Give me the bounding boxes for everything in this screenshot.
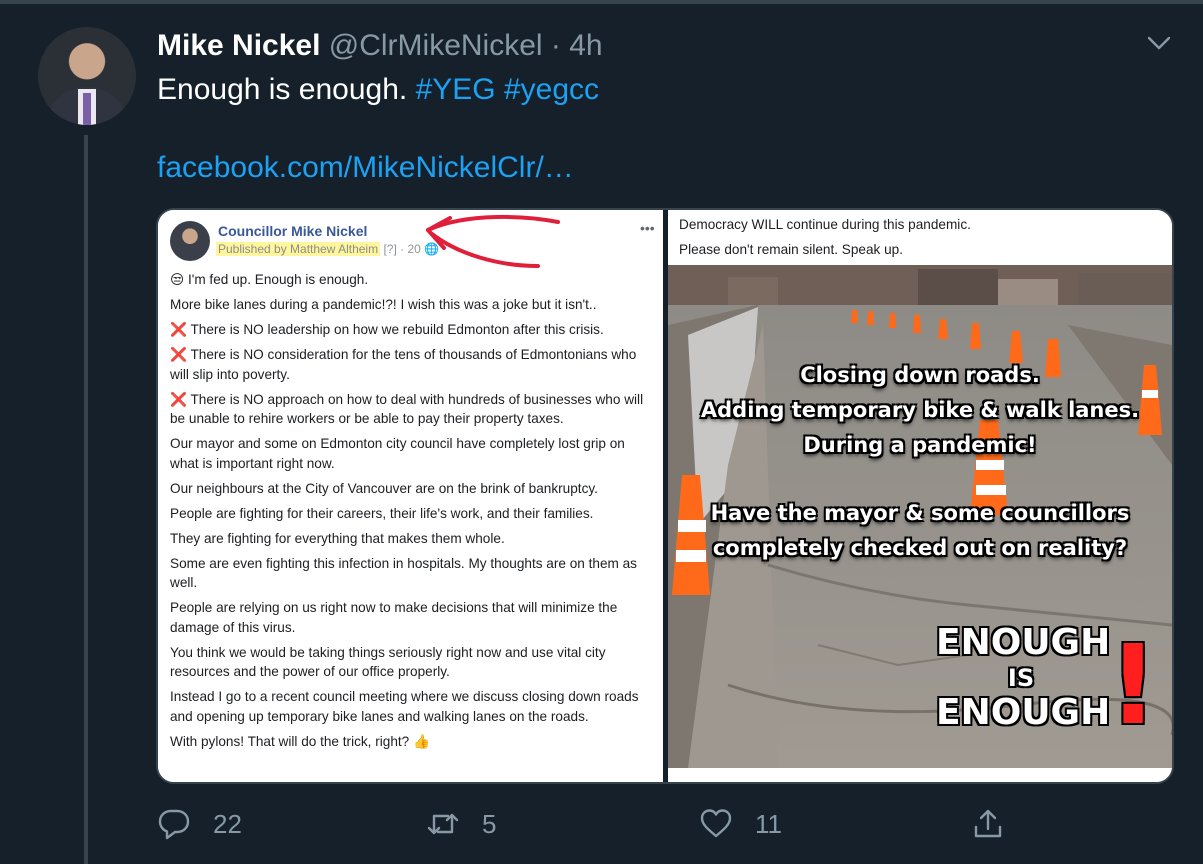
fb-page-avatar: [170, 221, 210, 261]
enough-is-enough-text: ENOUGH IS ENOUGH: [936, 622, 1111, 734]
retweet-action[interactable]: 5: [426, 804, 496, 844]
tweet-text: Enough is enough. #YEG #yegcc: [157, 72, 599, 108]
overlay-line: During a pandemic!: [803, 433, 1037, 457]
hashtag-yegcc[interactable]: #yegcc: [504, 73, 599, 106]
overlay-text-2: Have the mayor & some councillors comple…: [668, 496, 1172, 566]
road-image-panel: Democracy WILL continue during this pand…: [668, 210, 1172, 782]
fb-page-name: Councillor Mike Nickel: [218, 223, 368, 239]
fb-paragraph: People are fighting for their careers, t…: [170, 505, 594, 521]
tweet-link[interactable]: facebook.com/MikeNickelClr/…: [157, 150, 574, 186]
x-mark-icon: ❌: [170, 347, 187, 362]
tweet-actions: 22 5 11: [0, 804, 1203, 844]
fb-paragraph: Our mayor and some on Edmonton city coun…: [170, 436, 625, 471]
reply-count: 22: [213, 808, 242, 839]
fb-paragraph: They are fighting for everything that ma…: [170, 530, 505, 546]
fb-paragraph: You think we would be taking things seri…: [170, 644, 606, 680]
enough-top: ENOUGH: [936, 622, 1111, 663]
fb-paragraph: Our neighbours at the City of Vancouver …: [170, 480, 598, 496]
tweet-media[interactable]: Councillor Mike Nickel Published by Matt…: [156, 208, 1174, 784]
author-avatar[interactable]: [38, 27, 136, 125]
red-exclamation: !: [1108, 621, 1159, 749]
like-count: 11: [755, 808, 782, 839]
like-action[interactable]: 11: [699, 804, 782, 844]
x-mark-icon: ❌: [170, 391, 187, 407]
facebook-post-screenshot: Councillor Mike Nickel Published by Matt…: [158, 210, 663, 782]
hashtag-yeg[interactable]: #YEG: [416, 73, 496, 106]
fb-paragraph: ❌ There is NO consideration for the tens…: [170, 347, 637, 382]
overlay-text-1: Closing down roads. Adding temporary bik…: [668, 358, 1172, 463]
overlay-line: completely checked out on reality?: [712, 536, 1128, 560]
caption-line-1: Democracy WILL continue during this pand…: [679, 217, 971, 232]
fb-paragraph: People are relying on us right now to ma…: [170, 600, 618, 635]
separator-dot: ·: [550, 29, 561, 62]
thread-line: [84, 135, 88, 864]
fb-paragraph: With pylons! That will do the trick, rig…: [170, 733, 430, 749]
fb-published-by: Published by Matthew Altheim [?] · 20 🌐: [216, 242, 439, 256]
retweet-count: 5: [482, 808, 497, 839]
overlay-line: Have the mayor & some councillors: [710, 501, 1130, 525]
top-border: [0, 0, 1203, 4]
tweet-time[interactable]: 4h: [569, 29, 602, 62]
share-action[interactable]: [971, 804, 1005, 844]
heart-icon[interactable]: [699, 807, 733, 841]
more-options-icon: •••: [640, 220, 655, 236]
enough-bottom: ENOUGH: [936, 692, 1111, 733]
fb-paragraph: More bike lanes during a pandemic!?! I w…: [170, 297, 597, 312]
image-caption: Democracy WILL continue during this pand…: [679, 212, 971, 262]
image-bottom-strip: [668, 768, 1172, 782]
retweet-icon[interactable]: [426, 807, 460, 841]
fb-paragraph: 😒 I'm fed up. Enough is enough.: [170, 272, 369, 287]
fb-paragraph: Some are even fighting this infection in…: [170, 555, 637, 591]
fb-paragraph: ❌ There is NO leadership on how we rebui…: [170, 322, 604, 337]
share-icon[interactable]: [971, 807, 1005, 841]
author-name[interactable]: Mike Nickel: [157, 29, 320, 62]
overlay-line: Adding temporary bike & walk lanes.: [700, 398, 1140, 422]
reply-action[interactable]: 22: [157, 804, 242, 844]
reply-icon[interactable]: [157, 807, 191, 841]
tweet-header: Mike Nickel @ClrMikeNickel · 4h: [157, 28, 603, 64]
caption-line-2: Please don't remain silent. Speak up.: [679, 242, 904, 257]
fb-paragraph: ❌ There is NO approach on how to deal wi…: [170, 391, 644, 427]
tweet-text-body: Enough is enough.: [157, 73, 408, 106]
enough-mid: IS: [1007, 664, 1035, 692]
red-arrow-annotation: [426, 214, 560, 268]
fb-paragraph: Instead I go to a recent council meeting…: [170, 689, 639, 724]
author-handle[interactable]: @ClrMikeNickel: [329, 29, 543, 62]
overlay-line: Closing down roads.: [800, 363, 1040, 387]
fb-post-body: 😒 I'm fed up. Enough is enough. More bik…: [170, 270, 655, 757]
chevron-down-icon[interactable]: [1146, 30, 1172, 56]
fb-published-by-text: Published by Matthew Altheim: [216, 242, 381, 256]
x-mark-icon: ❌: [170, 322, 187, 337]
